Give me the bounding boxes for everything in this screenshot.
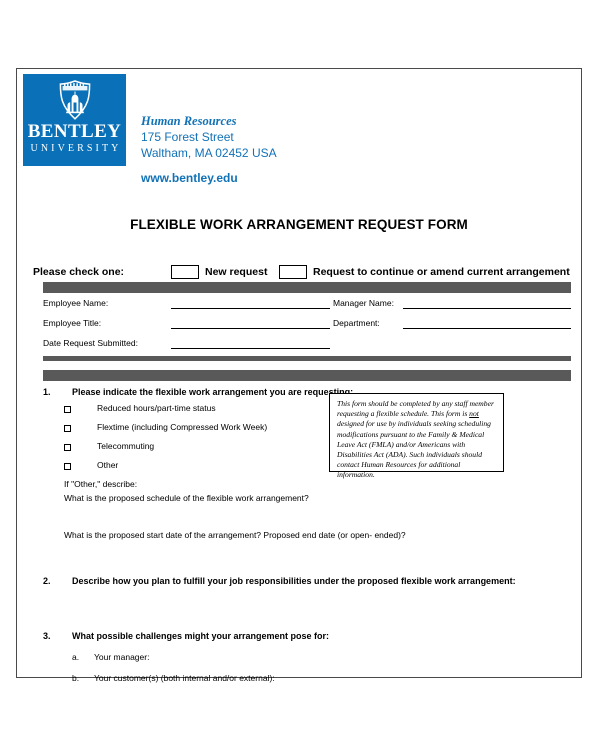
question-2-text: Describe how you plan to fulfill your jo… [72, 576, 516, 586]
question-3b-text: Your customer(s) (both internal and/or e… [94, 673, 275, 683]
note-line-4: modifications pursuant to the Family & M… [337, 429, 485, 439]
label-other: Other [97, 460, 119, 470]
checkbox-new-request[interactable] [171, 265, 199, 279]
checkbox-reduced-hours[interactable] [64, 406, 71, 413]
input-employee-title[interactable] [171, 327, 330, 329]
label-flextime: Flextime (including Compressed Work Week… [97, 422, 268, 432]
section-divider-thick [43, 370, 571, 381]
question-1-followup-schedule: What is the proposed schedule of the fle… [64, 493, 309, 503]
note-line-2a: requesting a flexible schedule. This for… [337, 409, 470, 419]
other-describe-prompt: If "Other," describe: [64, 479, 138, 489]
checkbox-telecommuting[interactable] [64, 444, 71, 451]
label-employee-title: Employee Title: [43, 318, 102, 328]
bentley-shield-icon [59, 80, 90, 120]
employee-info-section: Employee Name: Manager Name: Employee Ti… [43, 297, 571, 355]
label-date-submitted: Date Request Submitted: [43, 338, 138, 348]
input-date-submitted[interactable] [171, 347, 330, 349]
address-line-1: 175 Forest Street [141, 130, 234, 144]
input-employee-name[interactable] [171, 307, 330, 309]
form-page: BENTLEY UNIVERSITY Human Resources 175 F… [16, 68, 582, 683]
question-3-text: What possible challenges might your arra… [72, 631, 330, 641]
question-2-number: 2. [43, 576, 51, 586]
document-canvas: BENTLEY UNIVERSITY Human Resources 175 F… [0, 0, 600, 730]
question-3-number: 3. [43, 631, 51, 641]
logo-subtitle: UNIVERSITY [30, 143, 122, 154]
page-title: FLEXIBLE WORK ARRANGEMENT REQUEST FORM [130, 217, 468, 232]
logo-wordmark: BENTLEY [27, 121, 122, 142]
address-block: Human Resources 175 Forest Street Waltha… [141, 113, 277, 185]
question-1-text: Please indicate the flexible work arrang… [72, 387, 354, 397]
label-continue-amend: Request to continue or amend current arr… [313, 266, 570, 278]
section-divider-thin [43, 356, 571, 361]
address-line-2: Waltham, MA 02452 USA [141, 146, 277, 160]
checkbox-other[interactable] [64, 463, 71, 470]
bentley-logo: BENTLEY UNIVERSITY [23, 74, 126, 166]
checkbox-flextime[interactable] [64, 425, 71, 432]
check-one-row: Please check one: New request Request to… [33, 265, 573, 281]
website-link[interactable]: www.bentley.edu [141, 171, 277, 185]
question-1-number: 1. [43, 387, 51, 397]
question-3a-letter: a. [72, 652, 80, 662]
letterhead: BENTLEY UNIVERSITY Human Resources 175 F… [17, 69, 581, 185]
question-1-followup-dates: What is the proposed start date of the a… [64, 530, 406, 540]
check-one-prompt: Please check one: [33, 266, 125, 278]
question-3b-letter: b. [72, 673, 80, 683]
department-name: Human Resources [141, 114, 237, 128]
note-line-2-emphasis: not [469, 409, 479, 419]
input-department[interactable] [403, 327, 571, 329]
note-line-3: designed for use by individuals seeking … [337, 419, 491, 429]
label-new-request: New request [205, 266, 268, 278]
label-department: Department: [333, 318, 380, 328]
informational-note-box: This form should be completed by any sta… [329, 393, 504, 479]
label-employee-name: Employee Name: [43, 298, 109, 308]
question-3a-text: Your manager: [94, 652, 150, 662]
label-manager-name: Manager Name: [333, 298, 394, 308]
label-telecommuting: Telecommuting [97, 441, 155, 451]
checkbox-continue-amend[interactable] [279, 265, 307, 279]
section-divider-top [43, 282, 571, 293]
input-manager-name[interactable] [403, 307, 571, 309]
label-reduced-hours: Reduced hours/part-time status [97, 403, 216, 413]
note-text: This form should be completed by any sta… [337, 399, 497, 481]
note-line-1: This form should be completed by any sta… [337, 399, 494, 408]
